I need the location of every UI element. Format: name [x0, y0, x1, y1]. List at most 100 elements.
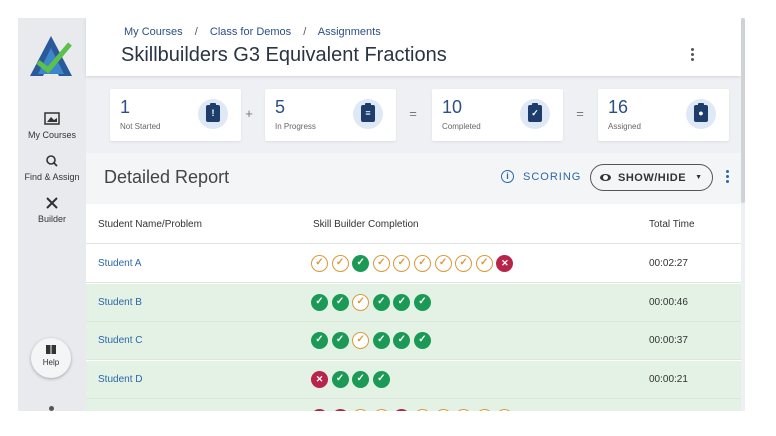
logo-icon[interactable]: [28, 34, 74, 78]
clipboard-icon: ✓: [520, 99, 550, 129]
x-circle-icon[interactable]: [393, 409, 411, 411]
stat-operator: =: [576, 106, 584, 121]
scrollbar[interactable]: [741, 18, 745, 203]
show-hide-label: SHOW/HIDE: [618, 171, 687, 184]
completion-icons: [311, 409, 517, 411]
completion-icons: [311, 255, 517, 272]
scoring-label: SCORING: [523, 170, 582, 183]
nav-find-assign[interactable]: Find & Assign: [18, 154, 86, 182]
report-title: Detailed Report: [104, 167, 230, 187]
pending-check-icon[interactable]: [496, 409, 514, 411]
check-circle-icon[interactable]: [311, 332, 328, 349]
table-row: Student B 00:00:46: [86, 283, 741, 322]
check-circle-icon[interactable]: [413, 293, 431, 311]
stat-value: 16: [608, 97, 629, 117]
pending-check-icon[interactable]: [455, 255, 473, 272]
check-circle-icon[interactable]: [352, 370, 370, 388]
check-circle-icon[interactable]: [311, 293, 328, 311]
check-circle-icon[interactable]: [393, 293, 411, 311]
help-label: Help: [42, 358, 60, 367]
check-circle-icon[interactable]: [331, 293, 349, 311]
nav-builder-label: Builder: [37, 214, 66, 224]
column-header-time[interactable]: Total Time: [649, 219, 695, 230]
pending-check-icon[interactable]: [311, 255, 328, 272]
table-row: Student C 00:00:37: [86, 322, 741, 360]
stat-operator: +: [245, 106, 253, 121]
pending-check-icon[interactable]: [475, 255, 493, 272]
x-circle-icon[interactable]: [496, 255, 514, 272]
student-name-link[interactable]: Student D: [98, 374, 142, 385]
stat-label: In Progress: [275, 122, 316, 131]
pending-check-icon[interactable]: [413, 409, 431, 411]
check-circle-icon[interactable]: [331, 370, 349, 388]
student-name-link[interactable]: Student C: [98, 335, 142, 346]
stat-value: 10: [442, 97, 463, 117]
pending-check-icon[interactable]: [352, 409, 370, 411]
show-hide-dropdown[interactable]: SHOW/HIDE ▼: [590, 164, 713, 191]
pending-check-icon[interactable]: [352, 293, 370, 311]
x-circle-icon[interactable]: [311, 409, 328, 411]
nav-my-courses[interactable]: My Courses: [18, 112, 86, 140]
student-name-link[interactable]: Student B: [98, 297, 142, 308]
table-row: [86, 399, 741, 411]
table-header: Student Name/Problem Skill Builder Compl…: [86, 204, 741, 244]
more-options-icon[interactable]: [686, 48, 698, 64]
clipboard-icon: ●: [686, 99, 716, 129]
breadcrumb-class[interactable]: Class for Demos: [210, 26, 291, 38]
nav-builder[interactable]: Builder: [18, 196, 86, 224]
breadcrumb-assignments[interactable]: Assignments: [318, 26, 381, 38]
pending-check-icon[interactable]: [372, 255, 390, 272]
check-circle-icon[interactable]: [413, 332, 431, 349]
total-time: 00:00:46: [649, 296, 688, 308]
report-more-options-icon[interactable]: [724, 170, 730, 186]
check-circle-icon[interactable]: [372, 293, 390, 311]
pending-check-icon[interactable]: [331, 255, 349, 272]
caret-down-icon: ▼: [695, 174, 703, 181]
student-name-link[interactable]: Student A: [98, 258, 141, 269]
table-row: Student D 00:00:21: [86, 360, 741, 399]
table-row: Student A 00:02:27: [86, 245, 741, 283]
breadcrumb-separator: /: [194, 26, 198, 38]
check-circle-icon[interactable]: [372, 332, 390, 349]
report-header: Detailed Report i SCORING SHOW/HIDE ▼: [86, 153, 741, 204]
pending-check-icon[interactable]: [372, 409, 390, 411]
scoring-button[interactable]: i SCORING: [501, 170, 581, 183]
pending-check-icon[interactable]: [393, 255, 411, 272]
check-circle-icon[interactable]: [352, 255, 370, 272]
clipboard-icon: !: [198, 99, 228, 129]
detailed-report: Detailed Report i SCORING SHOW/HIDE ▼ St…: [86, 153, 741, 411]
tools-icon: [46, 197, 58, 209]
x-circle-icon[interactable]: [331, 409, 349, 411]
x-circle-icon[interactable]: [311, 370, 328, 388]
check-circle-icon[interactable]: [331, 332, 349, 349]
app-frame: My Courses Find & Assign Builder Help My…: [18, 18, 745, 411]
pending-check-icon[interactable]: [434, 255, 452, 272]
column-header-student[interactable]: Student Name/Problem: [98, 219, 202, 230]
clipboard-icon: ≡: [353, 99, 383, 129]
courses-icon: [44, 112, 60, 125]
pending-check-icon[interactable]: [413, 255, 431, 272]
nav-my-courses-label: My Courses: [27, 130, 76, 140]
breadcrumb-my-courses[interactable]: My Courses: [124, 26, 183, 38]
book-icon: [46, 345, 56, 354]
total-time: 00:00:37: [649, 335, 688, 346]
stat-card-completed: 10 Completed ✓: [432, 89, 563, 141]
stat-card-in-progress: 5 In Progress ≡: [265, 89, 396, 141]
page-title: Skillbuilders G3 Equivalent Fractions: [121, 44, 447, 66]
check-circle-icon[interactable]: [372, 370, 390, 388]
check-circle-icon[interactable]: [393, 332, 411, 349]
breadcrumb-separator: /: [303, 26, 307, 38]
pending-check-icon[interactable]: [475, 409, 493, 411]
user-icon[interactable]: [49, 406, 54, 411]
pending-check-icon[interactable]: [455, 409, 473, 411]
help-button[interactable]: Help: [31, 338, 71, 378]
eye-icon: [600, 174, 611, 181]
completion-icons: [311, 293, 435, 311]
stat-value: 5: [275, 97, 286, 117]
page-header: My Courses / Class for Demos / Assignmen…: [86, 18, 741, 76]
nav-find-assign-label: Find & Assign: [24, 172, 80, 182]
column-header-completion: Skill Builder Completion: [313, 219, 419, 230]
pending-check-icon[interactable]: [352, 332, 370, 349]
pending-check-icon[interactable]: [434, 409, 452, 411]
total-time: 00:00:21: [649, 373, 688, 385]
